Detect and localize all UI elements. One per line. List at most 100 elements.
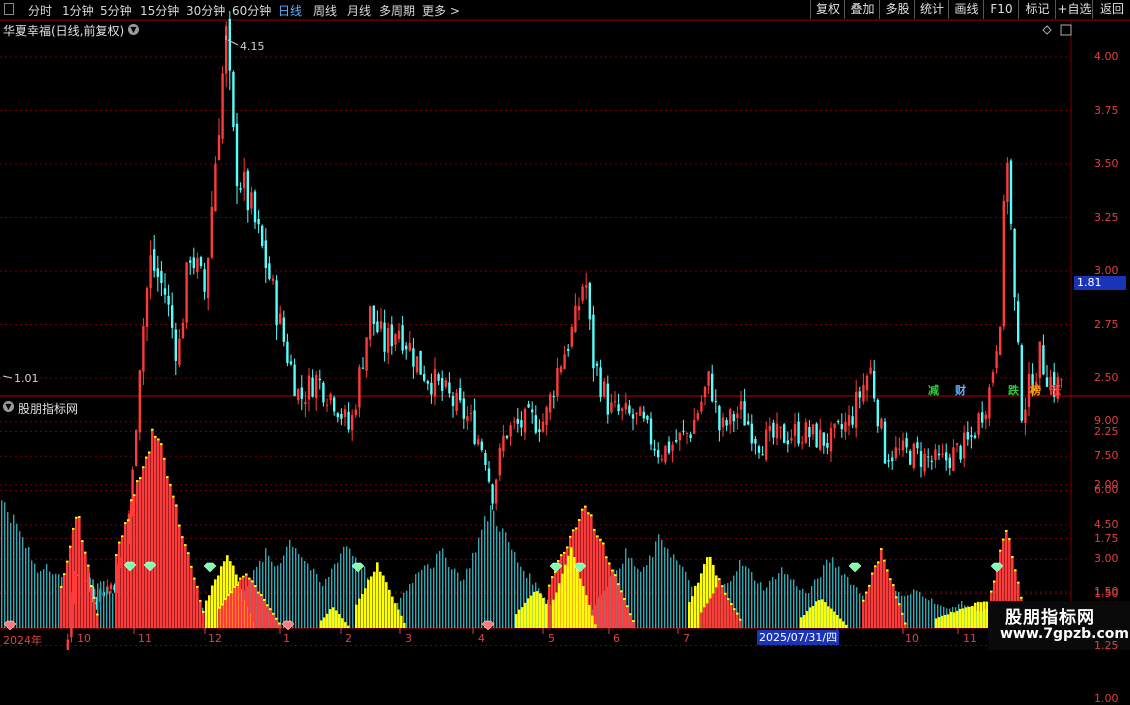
- indicator-cyan-bar: [493, 510, 495, 628]
- candle-body: [808, 427, 811, 438]
- current-price-tag: 1.81: [1074, 276, 1126, 290]
- indicator-signal-bar: [400, 615, 403, 628]
- candle-body: [631, 414, 635, 419]
- indicator-cyan-bar: [316, 574, 318, 628]
- indicator-signal-cap: [1020, 596, 1023, 599]
- indicator-signal-cap: [251, 580, 254, 583]
- indicator-cyan-bar: [484, 516, 486, 628]
- indicator-cyan-bar: [643, 567, 645, 628]
- candle-body: [797, 421, 800, 444]
- candle-body: [343, 409, 347, 418]
- indicator-signal-cap: [121, 535, 124, 538]
- candle-body: [430, 382, 433, 395]
- indicator-signal-bar: [515, 614, 518, 628]
- badge-3[interactable]: 榜: [1030, 382, 1041, 398]
- candle-body: [379, 321, 383, 329]
- indicator-cyan-bar: [10, 522, 12, 628]
- time-axis-label: 6: [613, 632, 620, 645]
- candle-body: [851, 416, 854, 425]
- indicator-signal-cap: [96, 613, 99, 616]
- indicator-cyan-bar: [769, 580, 771, 628]
- candle-body: [408, 342, 411, 351]
- indicator-signal-bar: [239, 579, 242, 628]
- candle-body: [307, 375, 311, 400]
- candle-body: [354, 409, 357, 416]
- indicator-chevron-icon[interactable]: ▼: [3, 401, 14, 412]
- candle-body: [754, 438, 757, 444]
- chart-canvas[interactable]: 4.15 1.01: [0, 0, 1130, 650]
- candle-body: [394, 334, 397, 345]
- badge-2[interactable]: 跌: [1008, 382, 1019, 398]
- indicator-signal-bar: [385, 582, 388, 628]
- indicator-signal-cap: [563, 551, 566, 554]
- candle-body: [585, 285, 588, 288]
- indicator-signal-bar: [623, 600, 626, 628]
- indicator-signal-cap: [596, 535, 599, 538]
- candle-body: [862, 384, 865, 402]
- indicator-signal-cap: [706, 601, 709, 604]
- indicator-signal-bar: [202, 612, 205, 628]
- candle-body: [268, 263, 271, 280]
- indicator-signal-bar: [78, 518, 81, 628]
- candle-body: [441, 378, 444, 391]
- indicator-cyan-bar: [664, 547, 666, 628]
- indicator-signal-bar: [555, 592, 558, 628]
- indicator-cyan-bar: [1, 500, 3, 628]
- candle-body: [635, 412, 638, 415]
- candle-body: [171, 305, 174, 328]
- indicator-signal-bar: [724, 594, 727, 628]
- indicator-cyan-bar: [859, 593, 861, 628]
- indicator-signal-bar: [163, 459, 166, 628]
- indicator-signal-bar: [830, 608, 833, 628]
- indicator-cyan-bar: [508, 542, 510, 628]
- candle-body: [991, 372, 995, 383]
- indicator-signal-bar: [736, 614, 739, 628]
- candle-body: [365, 337, 368, 371]
- candle-body: [495, 479, 498, 504]
- candle-body: [253, 191, 257, 223]
- indicator-signal-cap: [157, 438, 160, 441]
- indicator-signal-cap: [257, 591, 260, 594]
- indicator-cyan-bar: [346, 546, 348, 628]
- indicator-signal-bar: [983, 601, 986, 628]
- candle-body: [520, 420, 523, 428]
- badge-1[interactable]: 财: [955, 382, 966, 398]
- indicator-signal-cap: [278, 622, 281, 625]
- indicator-cyan-bar: [454, 568, 456, 628]
- indicator-signal-cap: [218, 606, 221, 609]
- candle-body: [624, 403, 627, 410]
- candle-body: [225, 26, 228, 74]
- indicator-signal-bar: [214, 579, 217, 628]
- indicator-cyan-bar: [442, 548, 444, 628]
- indicator-signal-bar: [564, 564, 567, 628]
- price-axis-label: 2.75: [1094, 317, 1119, 331]
- indicator-signal-cap: [632, 620, 635, 623]
- indicator-signal-bar: [573, 557, 576, 628]
- indicator-signal-cap: [202, 610, 205, 613]
- indicator-cyan-bar: [418, 572, 420, 628]
- indicator-signal-cap: [560, 554, 563, 557]
- badge-4[interactable]: 涨: [1050, 382, 1061, 398]
- indicator-cyan-bar: [790, 579, 792, 628]
- indicator-signal-cap: [623, 598, 626, 601]
- badge-0[interactable]: 减: [928, 382, 939, 398]
- candle-body: [999, 326, 1002, 355]
- indicator-signal-bar: [548, 586, 551, 628]
- indicator-cyan-bar: [280, 563, 282, 628]
- indicator-cyan-bar: [685, 571, 687, 628]
- indicator-signal-bar: [166, 478, 169, 628]
- candle-body: [761, 454, 764, 456]
- candle-body: [153, 249, 156, 271]
- time-axis-label: 10: [77, 632, 91, 645]
- candle-body: [376, 321, 379, 333]
- indicator-signal-cap: [1017, 581, 1020, 584]
- indicator-signal-bar: [263, 600, 266, 628]
- indicator-signal-bar: [812, 605, 815, 628]
- candle-body: [235, 123, 239, 187]
- time-axis-label: 11: [963, 632, 977, 645]
- indicator-cyan-bar: [502, 528, 504, 628]
- indicator-signal-bar: [709, 598, 712, 628]
- indicator-cyan-bar: [754, 580, 756, 628]
- indicator-signal-bar: [148, 453, 151, 628]
- candle-body: [149, 255, 152, 289]
